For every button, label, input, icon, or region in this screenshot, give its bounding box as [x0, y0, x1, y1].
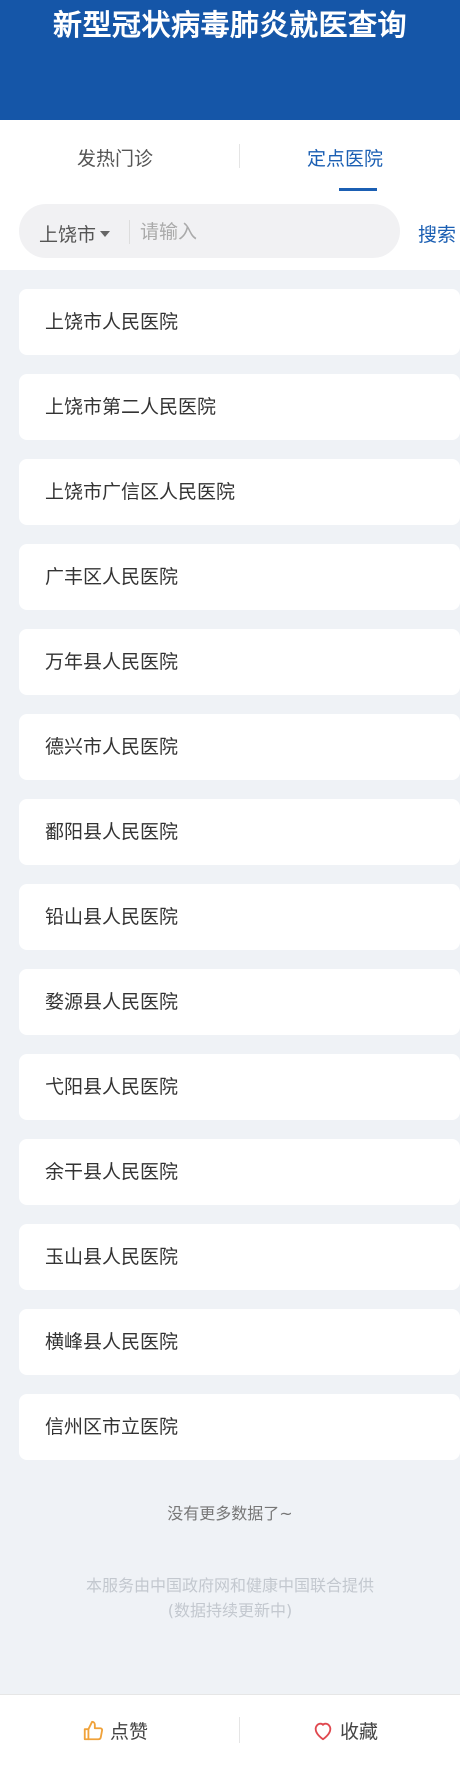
city-selector[interactable]: 上饶市	[39, 220, 111, 247]
like-button[interactable]: 点赞	[0, 1717, 230, 1744]
list-item[interactable]: 上饶市广信区人民医院	[19, 459, 460, 525]
hospital-list: 上饶市人民医院 上饶市第二人民医院 上饶市广信区人民医院 广丰区人民医院 万年县…	[19, 289, 460, 1479]
list-item[interactable]: 铅山县人民医院	[19, 884, 460, 950]
list-item[interactable]: 上饶市第二人民医院	[19, 374, 460, 440]
footer-line-2: (数据持续更新中)	[167, 1601, 293, 1620]
list-item[interactable]: 广丰区人民医院	[19, 544, 460, 610]
caret-down-icon	[100, 230, 111, 237]
header: 新型冠状病毒肺炎就医查询	[0, 0, 460, 120]
list-item[interactable]: 上饶市人民医院	[19, 289, 460, 355]
like-label: 点赞	[109, 1721, 148, 1743]
list-item[interactable]: 婺源县人民医院	[19, 969, 460, 1035]
heart-icon	[314, 1722, 332, 1741]
active-tab-indicator	[339, 188, 377, 191]
list-item[interactable]: 余干县人民医院	[19, 1139, 460, 1205]
city-label: 上饶市	[39, 224, 97, 246]
list-item[interactable]: 信州区市立医院	[19, 1394, 460, 1460]
list-item[interactable]: 玉山县人民医院	[19, 1224, 460, 1290]
list-item[interactable]: 万年县人民医院	[19, 629, 460, 695]
footer-note: 本服务由中国政府网和健康中国联合提供 (数据持续更新中)	[0, 1573, 460, 1623]
search-divider	[129, 220, 130, 244]
favorite-button[interactable]: 收藏	[230, 1717, 460, 1744]
tab-designated-hospital[interactable]: 定点医院	[230, 144, 460, 171]
list-item[interactable]: 鄱阳县人民医院	[19, 799, 460, 865]
footer-line-1: 本服务由中国政府网和健康中国联合提供	[85, 1576, 374, 1595]
tab-bar: 发热门诊 定点医院	[0, 120, 460, 203]
list-item[interactable]: 弋阳县人民医院	[19, 1054, 460, 1120]
search-button[interactable]: 搜索	[418, 220, 456, 247]
bottom-bar: 点赞 收藏	[0, 1694, 460, 1765]
list-item[interactable]: 德兴市人民医院	[19, 714, 460, 780]
list-item[interactable]: 横峰县人民医院	[19, 1309, 460, 1375]
search-input[interactable]	[140, 216, 380, 248]
search-row: 上饶市 搜索	[0, 203, 460, 270]
page-title: 新型冠状病毒肺炎就医查询	[52, 8, 407, 42]
search-box: 上饶市	[19, 204, 400, 258]
favorite-label: 收藏	[339, 1721, 378, 1743]
tab-fever-clinic[interactable]: 发热门诊	[0, 144, 230, 171]
thumbs-up-icon	[83, 1720, 103, 1741]
list-end-text: 没有更多数据了~	[167, 1504, 293, 1523]
